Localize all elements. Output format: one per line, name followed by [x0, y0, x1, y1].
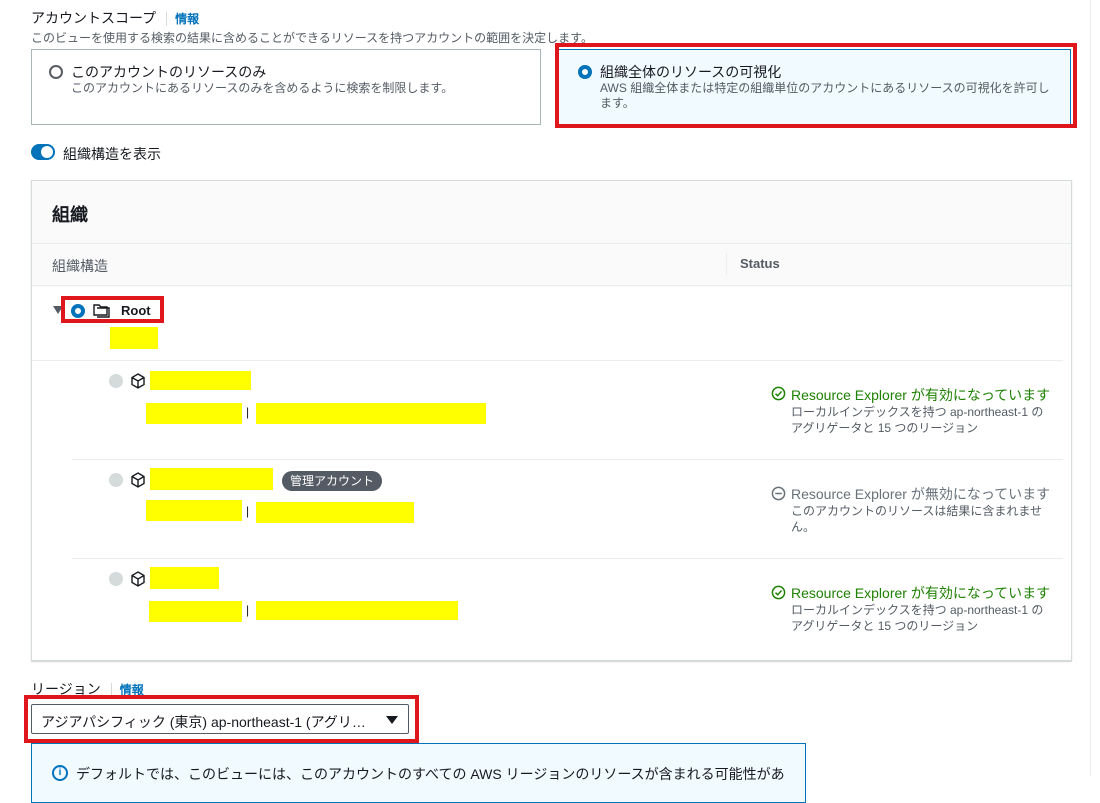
- divider: [32, 243, 1071, 244]
- scope-option-title: このアカウントのリソースのみ: [71, 64, 267, 80]
- separator-pipe: |: [246, 504, 250, 518]
- redacted-block: [146, 500, 242, 521]
- column-separator: [726, 253, 727, 275]
- show-org-structure-toggle[interactable]: [31, 144, 55, 160]
- status-description-line2: アグリゲータと 15 つのリージョン: [791, 619, 979, 633]
- account-radio-disabled: [109, 572, 123, 586]
- account-cube-icon: [131, 571, 145, 587]
- account-scope-info-link[interactable]: 情報: [175, 12, 199, 26]
- redacted-block: [256, 601, 458, 620]
- status-title: Resource Explorer が有効になっています: [791, 387, 1051, 403]
- check-circle-icon: [771, 386, 786, 401]
- organization-title: 組織: [52, 205, 88, 225]
- annotation-highlight-box: [555, 43, 1077, 128]
- info-alert: i デフォルトでは、このビューには、このアカウントのすべての AWS リージョン…: [31, 743, 806, 803]
- page-right-border: [1090, 0, 1091, 776]
- redacted-block: [146, 403, 242, 424]
- redacted-block: [150, 468, 273, 490]
- status-title: Resource Explorer が有効になっています: [791, 585, 1051, 601]
- redacted-block: [256, 403, 486, 424]
- info-alert-text: デフォルトでは、このビューには、このアカウントのすべての AWS リージョンのリ…: [76, 766, 785, 782]
- divider: [72, 558, 1063, 559]
- show-org-structure-label: 組織構造を表示: [63, 146, 161, 162]
- annotation-highlight-box: [61, 296, 164, 323]
- info-icon: i: [52, 765, 68, 781]
- column-header-structure: 組織構造: [52, 258, 108, 274]
- separator-pipe: |: [246, 405, 250, 419]
- annotation-highlight-box: [24, 695, 419, 743]
- redacted-block: [256, 502, 414, 523]
- redacted-block: [150, 567, 219, 589]
- divider: [32, 360, 1063, 361]
- status-description-line2: アグリゲータと 15 つのリージョン: [791, 421, 979, 435]
- scope-option-description: このアカウントにあるリソースのみを含めるように検索を制限します。: [71, 81, 454, 95]
- status-description-line2: ん。: [791, 520, 816, 534]
- minus-circle-icon: [771, 486, 786, 501]
- organization-panel: 組織 組織構造 Status Root | Resource Explorer …: [31, 180, 1072, 661]
- account-scope-description: このビューを使用する検索の結果に含めることができるリソースを持つアカウントの範囲…: [31, 31, 593, 45]
- account-radio-disabled: [109, 374, 123, 388]
- management-account-badge: 管理アカウント: [282, 471, 383, 491]
- redacted-block: [149, 601, 242, 622]
- check-circle-icon: [771, 585, 786, 600]
- account-cube-icon: [131, 373, 145, 389]
- status-description-line1: ローカルインデックスを持つ ap-northeast-1 の: [791, 603, 1044, 617]
- account-cube-icon: [131, 472, 145, 488]
- status-description-line1: このアカウントのリソースは結果に含まれませ: [791, 504, 1043, 518]
- organization-panel-header: 組織 組織構造 Status: [32, 181, 1071, 287]
- scope-option-this-account[interactable]: このアカウントのリソースのみ このアカウントにあるリソースのみを含めるように検索…: [31, 49, 541, 125]
- radio-this-account[interactable]: [49, 65, 63, 79]
- column-header-status: Status: [740, 256, 780, 271]
- account-scope-heading: アカウントスコープ 情報: [31, 8, 199, 28]
- divider: [72, 459, 1063, 460]
- divider: [32, 285, 1071, 286]
- redacted-block: [110, 327, 158, 349]
- account-radio-disabled: [109, 473, 123, 487]
- status-description-line1: ローカルインデックスを持つ ap-northeast-1 の: [791, 405, 1044, 419]
- info-separator: [166, 12, 168, 27]
- separator-pipe: |: [246, 603, 250, 617]
- redacted-block: [150, 371, 251, 390]
- account-scope-label: アカウントスコープ: [31, 10, 157, 26]
- status-title: Resource Explorer が無効になっています: [791, 486, 1051, 502]
